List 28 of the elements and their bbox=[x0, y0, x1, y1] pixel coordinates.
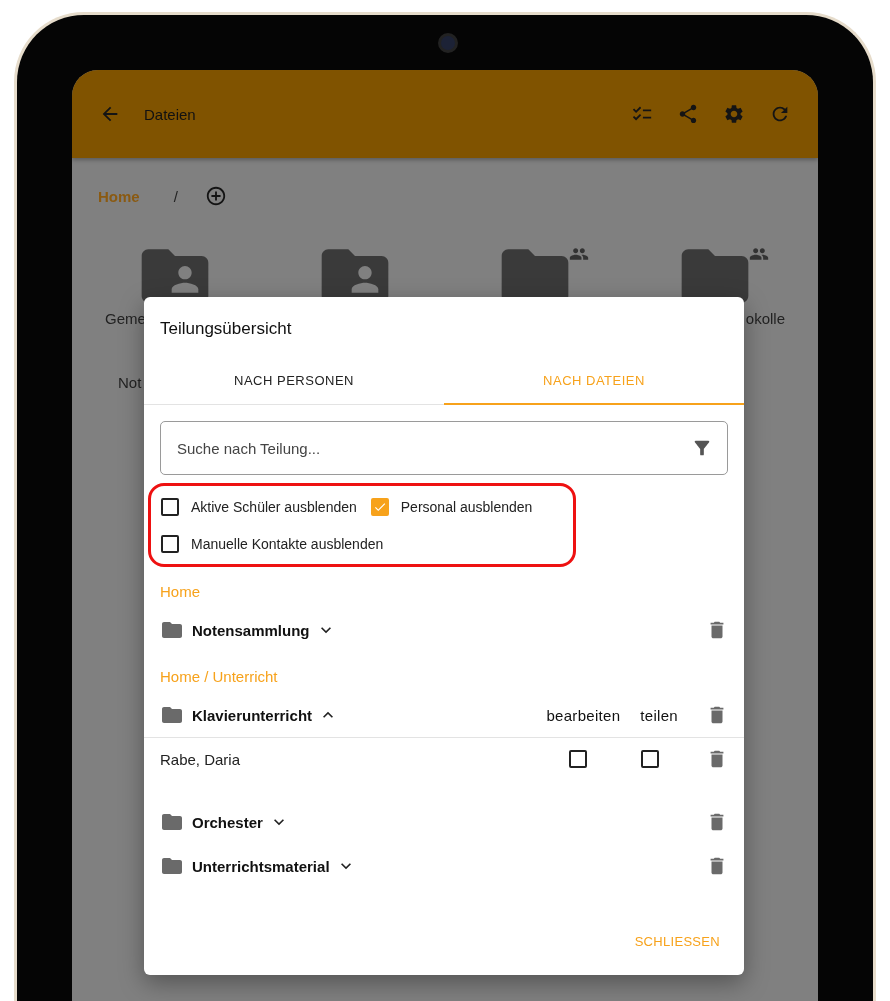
close-button[interactable]: SCHLIESSEN bbox=[626, 924, 728, 959]
folder-label[interactable]: Geme bbox=[105, 310, 146, 327]
app-title: Dateien bbox=[144, 105, 197, 123]
checkbox[interactable] bbox=[161, 534, 179, 553]
section-path: Home / Unterricht bbox=[159, 667, 279, 687]
tab[interactable]: NACH DATEIEN bbox=[444, 357, 744, 405]
search-field[interactable]: Suche nach Teilung... bbox=[160, 421, 728, 475]
breadcrumb-separator: / bbox=[173, 187, 178, 205]
folder-name[interactable]: Unterrichtsmaterial bbox=[192, 857, 330, 875]
checkbox[interactable] bbox=[641, 750, 659, 768]
checkbox[interactable] bbox=[161, 497, 179, 516]
folder-name[interactable]: Klavierunterricht bbox=[192, 706, 313, 724]
checkbox-label: Manuelle Kontakte ausblenden bbox=[191, 535, 384, 552]
tab[interactable]: NACH PERSONEN bbox=[144, 357, 444, 405]
column-header: teilen bbox=[640, 706, 678, 724]
checkbox[interactable] bbox=[569, 750, 587, 768]
camera-icon bbox=[438, 33, 458, 53]
dialog-title: Teilungsübersicht bbox=[159, 318, 293, 340]
checkbox-label: Aktive Schüler ausblenden bbox=[191, 498, 357, 515]
folder-label[interactable]: Not bbox=[118, 374, 142, 391]
column-header: bearbeiten bbox=[546, 706, 621, 724]
folder-label[interactable]: okolle bbox=[745, 310, 785, 327]
folder-name[interactable]: Orchester bbox=[192, 813, 263, 831]
checkbox[interactable] bbox=[370, 497, 389, 516]
member-name: Rabe, Daria bbox=[160, 750, 241, 768]
section-path: Home bbox=[159, 582, 201, 602]
checkbox-label: Personal ausblenden bbox=[400, 498, 533, 515]
folder-name[interactable]: Notensammlung bbox=[192, 621, 310, 639]
